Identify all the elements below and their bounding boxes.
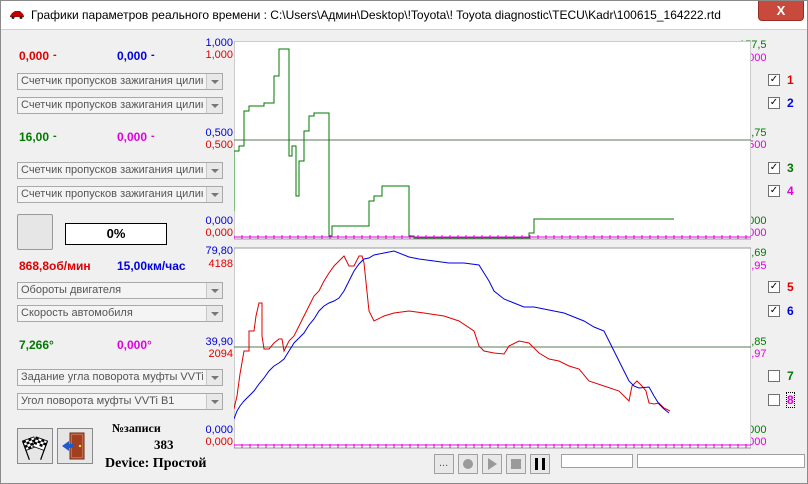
trace-3-label: 3 [787, 161, 794, 175]
charts-area[interactable]: /* placeholder */ [234, 41, 751, 451]
exit-button[interactable] [57, 428, 93, 464]
param1-select[interactable]: Счетчик пропусков зажигания цилиндра [17, 73, 223, 90]
car-icon [10, 11, 24, 19]
param1-select-text: Счетчик пропусков зажигания цилиндра [21, 75, 203, 87]
chevron-down-icon [206, 74, 222, 89]
bottom-chart-left-max-blue: 79,80 [205, 245, 233, 257]
record-number: 383 [154, 437, 174, 452]
top-chart-left-mid-red: 0,500 [205, 139, 233, 151]
record-label: №записи [112, 421, 161, 435]
param5-select-text: Обороты двигателя [21, 284, 122, 296]
pause-button[interactable] [530, 454, 550, 474]
trace-6-checkbox[interactable]: ✓ [768, 305, 780, 317]
bottom-chart-left-min-blue: 0,000 [205, 424, 233, 436]
param1-value: 0,000 [19, 49, 50, 63]
param6-select-text: Скорость автомобиля [21, 307, 133, 319]
pause-icon [535, 458, 545, 470]
percent-display: 0% [65, 223, 167, 245]
speed-slider[interactable] [561, 454, 633, 468]
trace-5-label: 5 [787, 280, 794, 294]
trace-2-label: 2 [787, 96, 794, 110]
stop-button[interactable] [506, 454, 526, 474]
param7-select[interactable]: Задание угла поворота муфты VVTi [17, 369, 223, 386]
chevron-down-icon [206, 394, 222, 409]
param6-value: 15,00км/час [117, 259, 186, 273]
main-window: Графики параметров реального времени : C… [0, 0, 808, 484]
param2-select-text: Счетчик пропусков зажигания цилиндра [21, 99, 203, 111]
param2-value: 0,000 [117, 49, 148, 63]
title-bar: Графики параметров реального времени : C… [1, 1, 807, 30]
param8-select[interactable]: Угол поворота муфты VVTi B1 [17, 393, 223, 410]
chevron-down-icon [206, 163, 222, 178]
param7-select-text: Задание угла поворота муфты VVTi [21, 371, 203, 383]
param4-select-text: Счетчик пропусков зажигания цилиндра [21, 188, 203, 200]
checkered-flag-icon [21, 436, 49, 460]
play-button[interactable] [482, 454, 502, 474]
bottom-chart-left-mid-red: 2094 [208, 348, 233, 360]
param3-value: 16,00 [19, 130, 50, 144]
bottom-chart-left-max-red: 4188 [208, 258, 233, 270]
trace-3-checkbox[interactable]: ✓ [768, 162, 780, 174]
chevron-down-icon [206, 98, 222, 113]
trace-6-label: 6 [787, 304, 794, 318]
top-chart-left-min-blue: 0,000 [205, 215, 233, 227]
stop-icon [511, 459, 521, 469]
position-slider[interactable] [637, 454, 805, 468]
percent-text: 0% [106, 226, 126, 241]
trace-4-label: 4 [787, 184, 794, 198]
trace-8-label: 8 [786, 392, 795, 408]
param5-value: 868,8об/мин [19, 259, 91, 273]
record-button[interactable] [458, 454, 478, 474]
exit-door-icon [62, 432, 85, 460]
chevron-down-icon [206, 283, 222, 298]
param3-select[interactable]: Счетчик пропусков зажигания цилиндра [17, 162, 223, 179]
param3-select-text: Счетчик пропусков зажигания цилиндра [21, 164, 203, 176]
chevron-down-icon [206, 187, 222, 202]
chevron-down-icon [206, 306, 222, 321]
top-chart-left-max-red: 1,000 [205, 49, 233, 61]
chevron-down-icon [206, 370, 222, 385]
top-chart-left-max-blue: 1,000 [205, 37, 233, 49]
param8-value: 0,000° [117, 338, 152, 352]
race-flags-button[interactable] [17, 428, 53, 464]
bottom-chart-left-min-red: 0,000 [205, 436, 233, 448]
bottom-chart-left-mid-blue: 39,90 [205, 336, 233, 348]
trace-4-checkbox[interactable]: ✓ [768, 185, 780, 197]
close-button[interactable]: X [758, 1, 804, 21]
param8-select-text: Угол поворота муфты VVTi B1 [21, 395, 175, 407]
trace-5-checkbox[interactable]: ✓ [768, 281, 780, 293]
param5-select[interactable]: Обороты двигателя [17, 282, 223, 299]
trace-7-label: 7 [787, 369, 794, 383]
browse-button[interactable]: ... [434, 454, 454, 474]
param2-select[interactable]: Счетчик пропусков зажигания цилиндра [17, 97, 223, 114]
top-chart-left-min-red: 0,000 [205, 227, 233, 239]
trace-1-checkbox[interactable]: ✓ [768, 74, 780, 86]
trace-8-checkbox[interactable] [768, 394, 780, 406]
param7-value: 7,266° [19, 338, 54, 352]
trace-1-label: 1 [787, 73, 794, 87]
param6-select[interactable]: Скорость автомобиля [17, 305, 223, 322]
blank-button[interactable] [17, 214, 53, 250]
param4-value: 0,000 [117, 130, 148, 144]
trace-2-checkbox[interactable]: ✓ [768, 97, 780, 109]
browse-dots: ... [439, 457, 449, 469]
device-status: Device: Простой [105, 456, 207, 471]
param4-select[interactable]: Счетчик пропусков зажигания цилиндра [17, 186, 223, 203]
window-title: Графики параметров реального времени : C… [31, 8, 721, 22]
top-chart-left-mid-blue: 0,500 [205, 127, 233, 139]
play-icon [488, 458, 497, 470]
record-icon [463, 459, 473, 469]
trace-7-checkbox[interactable] [768, 370, 780, 382]
